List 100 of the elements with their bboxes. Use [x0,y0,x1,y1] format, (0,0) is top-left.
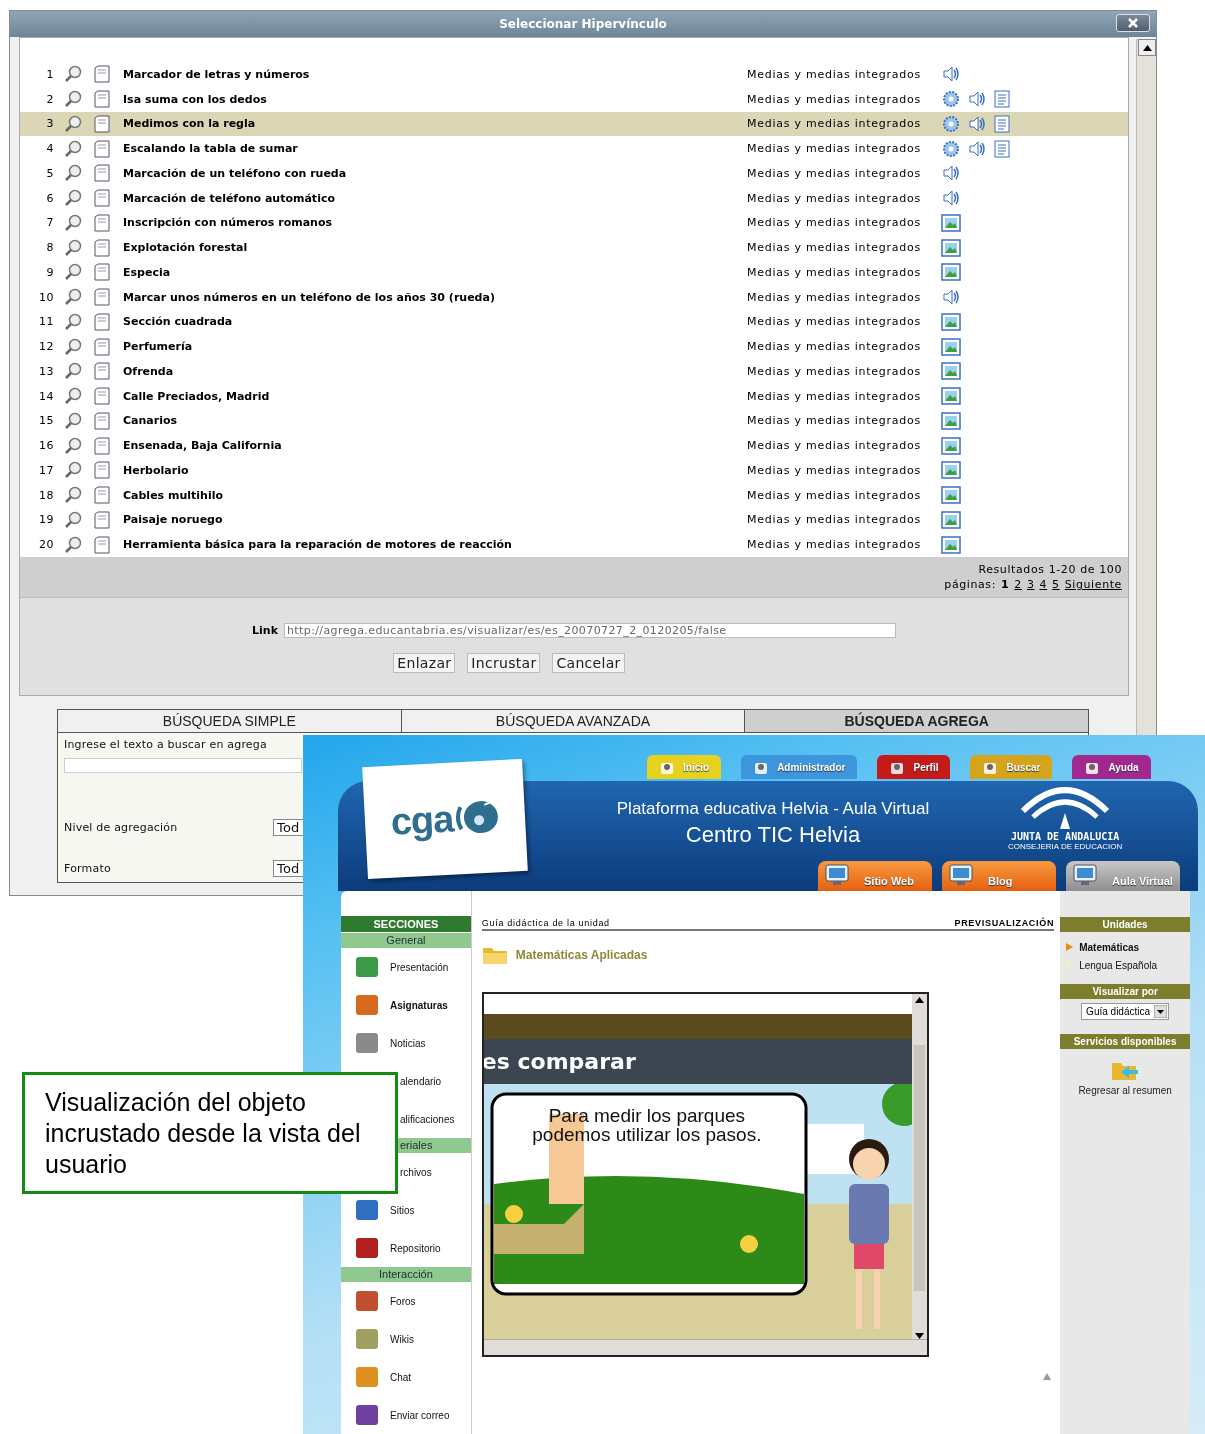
down-arrow-icon[interactable] [914,1333,924,1339]
search-icon[interactable] [64,486,82,505]
section-icon[interactable] [356,1238,378,1258]
dialog-button[interactable]: Enlazar [393,653,456,673]
section-link[interactable]: alificaciones [400,1113,455,1125]
result-row[interactable]: 1 Marcador de letras y números Medias y medias integrados [20,62,1128,87]
result-row[interactable]: 15 Canarios Medias y medias integrados [20,408,1128,434]
close-button[interactable] [1116,14,1150,32]
result-row[interactable]: 5 Marcación de un teléfono con rueda Medias y medias integrados [20,161,1128,186]
section-link[interactable]: Asignaturas [390,999,448,1011]
search-icon[interactable] [64,65,82,84]
page-icon[interactable] [94,486,110,505]
page-link[interactable]: 5 [1052,577,1060,592]
page-icon[interactable] [94,510,110,529]
search-icon[interactable] [64,189,82,208]
section-link[interactable]: Noticias [390,1037,426,1049]
search-icon[interactable] [64,164,82,183]
result-row[interactable]: 7 Inscripción con números romanos Medias y medias integrados [20,210,1128,236]
page-icon[interactable] [94,164,110,183]
search-tab[interactable]: BÚSQUEDA AVANZADA [400,709,745,733]
result-row[interactable]: 4 Escalando la tabla de sumar Medias y medias integrados [20,136,1128,161]
dialog-button[interactable]: Incrustar [467,653,541,673]
page-icon[interactable] [94,312,110,331]
nav-tab[interactable]: Ayuda [1072,755,1151,779]
page-icon[interactable] [94,362,110,381]
dropdown[interactable]: Tod [273,818,303,836]
scrollbar[interactable] [1136,39,1156,738]
result-row[interactable]: 2 Isa suma con los dedos Medias y medias integrados [20,86,1128,112]
section-link[interactable]: Chat [390,1371,412,1383]
search-icon[interactable] [64,510,82,529]
dropdown-arrow-icon[interactable] [1154,1005,1168,1018]
section-icon[interactable] [356,1033,378,1053]
search-icon[interactable] [64,461,82,480]
result-row[interactable]: 14 Calle Preciados, Madrid Medias y medias integrados [20,383,1128,409]
link-field[interactable]: http://agrega.educantabria.es/visualizar/es/es_20070727_2_0120205/false [283,623,896,638]
scroll-up-button[interactable] [1138,39,1156,56]
page-icon[interactable] [94,213,110,232]
search-icon[interactable] [64,139,82,158]
page-icon[interactable] [94,461,110,480]
nav-tab[interactable]: Perfil [877,755,951,779]
search-icon[interactable] [64,213,82,232]
section-icon[interactable] [356,957,378,977]
section-link[interactable]: Foros [390,1295,416,1307]
page-icon[interactable] [94,65,110,84]
page-link[interactable]: 2 [1014,577,1022,592]
section-icon[interactable] [356,1367,378,1387]
result-row[interactable]: 6 Marcación de teléfono automático Medias y medias integrados [20,185,1128,211]
search-icon[interactable] [64,535,82,554]
up-arrow-icon[interactable] [914,997,924,1003]
search-icon[interactable] [64,114,82,133]
result-row[interactable]: 8 Explotación forestal Medias y medias integrados [20,235,1128,260]
page-icon[interactable] [94,139,110,158]
search-field[interactable] [64,758,302,773]
section-link[interactable]: Repositorio [390,1242,441,1254]
search-icon[interactable] [64,362,82,381]
search-tab[interactable]: BÚSQUEDA SIMPLE [57,709,401,733]
back-link[interactable]: Regresar al resumen [1078,1085,1172,1096]
result-row[interactable]: 11 Sección cuadrada Medias y medias integrados [20,309,1128,335]
page-link[interactable]: 1 [1001,577,1010,592]
section-icon[interactable] [356,1200,378,1220]
result-row[interactable]: 3 Medimos con la regla Medias y medias integrados [20,111,1128,137]
section-link[interactable]: alendario [400,1075,442,1087]
page-link[interactable]: 4 [1039,577,1048,592]
search-icon[interactable] [64,436,82,455]
page-icon[interactable] [94,535,110,554]
dropdown[interactable]: Tod [273,859,303,877]
page-icon[interactable] [94,337,110,356]
result-row[interactable]: 17 Herbolario Medias y medias integrados [20,458,1128,483]
result-row[interactable]: 16 Ensenada, Baja California Medias y medias integrados [20,433,1128,458]
search-tab[interactable]: BÚSQUEDA AGREGA [744,709,1089,733]
page-icon[interactable] [94,189,110,208]
section-icon[interactable] [356,1405,378,1425]
page-icon[interactable] [94,436,110,455]
section-link[interactable]: rchivos [400,1166,432,1178]
search-icon[interactable] [64,312,82,331]
page-icon[interactable] [94,263,110,282]
unit-link[interactable]: Matemáticas [1079,941,1140,953]
page-icon[interactable] [94,114,110,133]
section-icon[interactable] [356,1329,378,1349]
search-icon[interactable] [64,337,82,356]
unit-link[interactable]: Lengua Española [1079,959,1157,971]
frame-horizontal-scrollbar[interactable] [483,1339,927,1355]
next-link[interactable]: Siguiente [1064,577,1122,592]
section-link[interactable]: Presentación [390,961,449,973]
search-icon[interactable] [64,263,82,282]
search-icon[interactable] [64,387,82,406]
section-link[interactable]: Wikis [390,1333,414,1345]
section-link[interactable]: Enviar correo [390,1409,450,1421]
page-icon[interactable] [94,238,110,257]
result-row[interactable]: 19 Paisaje noruego Medias y medias integrados [20,507,1128,533]
result-row[interactable]: 18 Cables multihilo Medias y medias integrados [20,482,1128,508]
search-icon[interactable] [64,90,82,109]
page-icon[interactable] [94,411,110,430]
result-row[interactable]: 9 Especia Medias y medias integrados [20,260,1128,285]
view-select[interactable]: Guía didáctica [1081,1003,1170,1020]
search-icon[interactable] [64,238,82,257]
section-icon[interactable] [356,1291,378,1311]
page-link[interactable]: 3 [1026,577,1035,592]
page-icon[interactable] [94,387,110,406]
section-link[interactable]: Sitios [390,1204,415,1216]
